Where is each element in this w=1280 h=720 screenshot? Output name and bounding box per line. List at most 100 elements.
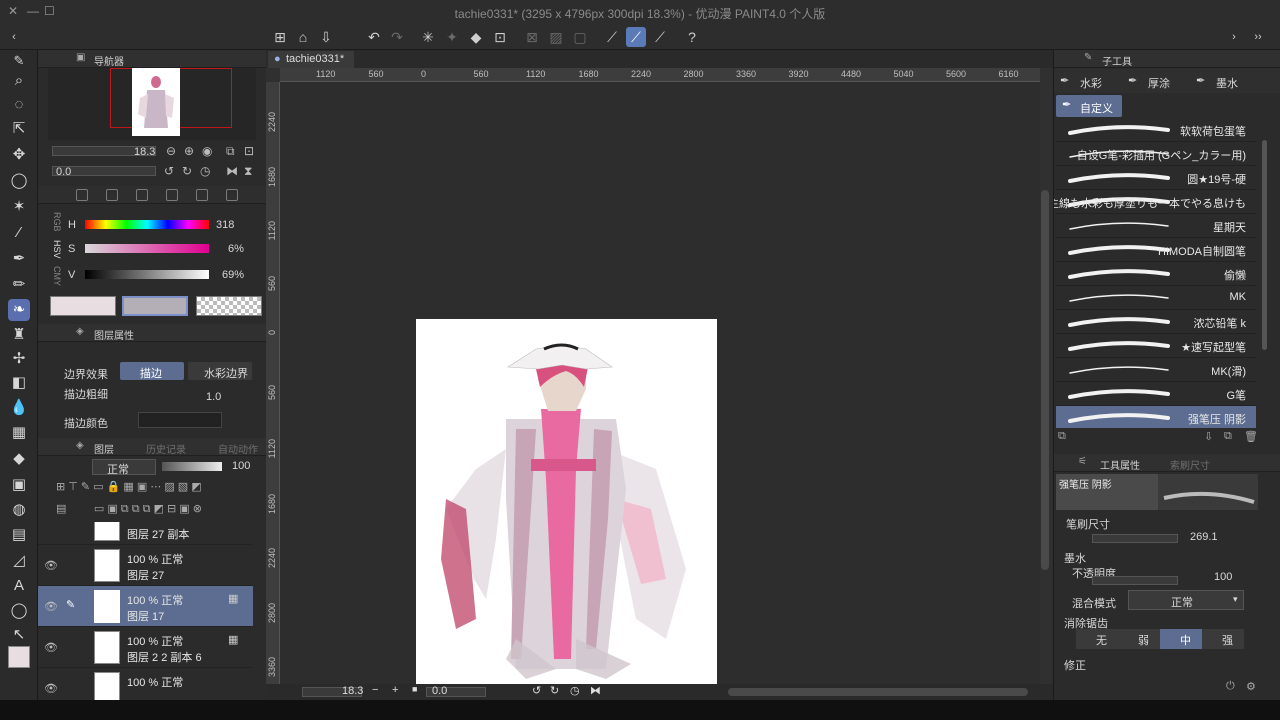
history-tab[interactable]: 历史记录 <box>146 441 186 456</box>
saturation-slider[interactable] <box>85 244 209 253</box>
tab-thick-paint[interactable]: ✒ 厚涂 <box>1126 71 1192 91</box>
grid-snap-icon[interactable]: ⟋ <box>650 27 670 47</box>
canvas-reset-icon[interactable]: ◷ <box>570 684 580 697</box>
document-tab[interactable]: ● tachie0331* <box>268 51 355 68</box>
undo-icon[interactable]: ↶ <box>364 27 384 47</box>
ruler-tool-icon[interactable]: ◿ <box>8 550 30 572</box>
eyedropper-icon[interactable]: ⁄ <box>8 222 30 244</box>
fit-icon[interactable]: ◉ <box>202 144 212 158</box>
pencil-icon[interactable]: ✏ <box>8 274 30 296</box>
ink-opacity-value[interactable]: 100 <box>1214 571 1232 583</box>
crop-icon[interactable]: ⊠ <box>522 27 542 47</box>
color-slider-tab[interactable] <box>106 189 118 201</box>
pen-icon[interactable]: ✎ <box>8 50 30 72</box>
layer-row[interactable]: 👁 100 % 正常 图层 2 2 副本 6 ▦ <box>38 627 253 668</box>
blend-mode-select[interactable]: 正常 <box>92 459 156 476</box>
tool-info-icon[interactable]: ⏻ <box>1226 680 1235 693</box>
color-wheel-tab[interactable] <box>76 189 88 201</box>
brush-item[interactable]: MK <box>1056 286 1256 310</box>
rotate-view-icon[interactable]: ◌ <box>8 94 30 116</box>
collapse-icon[interactable]: ›› <box>1248 27 1268 47</box>
eraser-icon[interactable]: ◧ <box>8 372 30 394</box>
zoom-icon[interactable]: ⌕ <box>8 70 30 92</box>
fit-window-icon[interactable]: ⊡ <box>244 144 254 158</box>
gradient-icon[interactable]: ▣ <box>8 474 30 496</box>
auto-action-tab[interactable]: 自动动作 <box>218 441 258 456</box>
brush-size-value[interactable]: 269.1 <box>1190 531 1218 543</box>
zoom-out-icon[interactable]: ⊖ <box>166 144 176 158</box>
ruler-snap-icon[interactable]: ⟋ <box>602 27 622 47</box>
tool-property-title[interactable]: 工具属性 <box>1100 457 1140 472</box>
aa-weak-button[interactable]: 弱 <box>1118 629 1160 649</box>
visibility-eye-icon[interactable]: 👁 <box>44 682 58 695</box>
fit-square-icon[interactable]: ■ <box>412 684 417 694</box>
airbrush-icon[interactable]: ♜ <box>8 324 30 346</box>
hue-slider[interactable] <box>85 220 209 229</box>
pen-tool-icon[interactable]: ✒ <box>8 248 30 270</box>
subtool-menu-icon[interactable]: ⧉ <box>1058 430 1066 443</box>
vertical-scrollbar[interactable] <box>1041 190 1049 570</box>
visibility-eye-icon[interactable]: 👁 <box>44 559 58 572</box>
lasso-icon[interactable]: ◯ <box>8 170 30 192</box>
horizontal-scrollbar[interactable] <box>728 688 1028 696</box>
layer-opacity-slider[interactable] <box>162 462 222 471</box>
layer-row-selected[interactable]: 👁 ✎ 100 % 正常 图层 17 ▦ <box>38 586 253 627</box>
decoration-icon[interactable]: ✢ <box>8 348 30 370</box>
tab-custom[interactable]: ✒ 自定义 <box>1056 95 1122 117</box>
main-color-chip[interactable] <box>50 296 116 316</box>
color-history-tab[interactable] <box>226 189 238 201</box>
canvas-rotate-left-icon[interactable]: ↺ <box>532 684 541 697</box>
fill-icon[interactable]: ◆ <box>466 27 486 47</box>
layer-row[interactable]: 👁 100 % 正常 <box>38 668 253 700</box>
sub-color-chip[interactable] <box>122 296 188 316</box>
brush-size-tab[interactable]: 索刷尺寸 <box>1170 457 1210 472</box>
layer-row[interactable]: 👁 100 % 正常 图层 27 <box>38 545 253 586</box>
copy-subtool-icon[interactable]: ⇩ <box>1204 430 1213 443</box>
ink-opacity-slider[interactable] <box>1092 576 1178 585</box>
color-set-tab[interactable] <box>136 189 148 201</box>
transparent-color-chip[interactable] <box>196 296 262 316</box>
actual-size-icon[interactable]: ⧉ <box>226 144 235 159</box>
transform-icon[interactable]: ⊡ <box>490 27 510 47</box>
intermediate-color-tab[interactable] <box>166 189 178 201</box>
layer-tool-row-2[interactable]: ▤ ▭ ▣ ⧉ ⧉ ⧉ ◩ ⊟ ▣ ⊗ <box>56 502 256 518</box>
zoom-in-icon[interactable]: ⊕ <box>184 144 194 158</box>
brush-item-selected[interactable]: 强笔压 阴影 <box>1056 406 1256 428</box>
text-tool-icon[interactable]: A <box>8 575 30 597</box>
reset-rotate-icon[interactable]: ◷ <box>200 164 210 178</box>
navigator-preview[interactable] <box>48 68 256 140</box>
correct-line-icon[interactable]: ↖ <box>8 624 30 646</box>
new-file-icon[interactable]: ⊞ <box>270 27 290 47</box>
loading-icon[interactable]: ✳ <box>418 27 438 47</box>
brush-item[interactable]: HIMODA自制圆笔 <box>1056 238 1256 262</box>
rotate-left-icon[interactable]: ↺ <box>164 164 174 178</box>
chevron-right-icon[interactable]: › <box>1224 27 1244 47</box>
visibility-eye-icon[interactable]: 👁 <box>44 641 58 654</box>
layer-row[interactable]: 图层 27 副本 <box>38 522 253 545</box>
brush-item[interactable]: ★速写起型笔 <box>1056 334 1256 358</box>
stroke-width-value[interactable]: 1.0 <box>206 391 221 403</box>
aa-medium-button[interactable]: 中 <box>1160 629 1202 649</box>
aa-none-button[interactable]: 无 <box>1076 629 1118 649</box>
canvas-flip-icon[interactable]: ⧓ <box>590 684 601 697</box>
redo-icon[interactable]: ↷ <box>387 27 407 47</box>
select-icon[interactable]: ▨ <box>546 27 566 47</box>
delete-subtool-icon[interactable]: 🗑 <box>1244 430 1258 443</box>
main-color-swatch[interactable] <box>8 646 30 668</box>
rgb-mode-label[interactable]: RGB <box>52 212 62 232</box>
brush-item[interactable]: MK(滑) <box>1056 358 1256 382</box>
duplicate-subtool-icon[interactable]: ⧉ <box>1224 430 1232 443</box>
brush-icon[interactable]: ❧ <box>8 299 30 321</box>
frame-icon[interactable]: ▤ <box>8 524 30 546</box>
object-icon[interactable]: ⇱ <box>8 118 30 140</box>
approx-color-tab[interactable] <box>196 189 208 201</box>
clear-icon[interactable]: ✦ <box>442 27 462 47</box>
brush-item[interactable]: 软软荷包蛋笔 <box>1056 118 1256 142</box>
tool-blend-select[interactable]: 正常 ▾ <box>1128 590 1244 610</box>
fill-tool-icon[interactable]: ▦ <box>8 422 30 444</box>
brush-item[interactable]: 星期天 <box>1056 214 1256 238</box>
canvas-page[interactable] <box>416 319 717 685</box>
move-icon[interactable]: ✥ <box>8 144 30 166</box>
open-folder-icon[interactable]: ⌂ <box>293 27 313 47</box>
canvas-rotate-right-icon[interactable]: ↻ <box>550 684 559 697</box>
